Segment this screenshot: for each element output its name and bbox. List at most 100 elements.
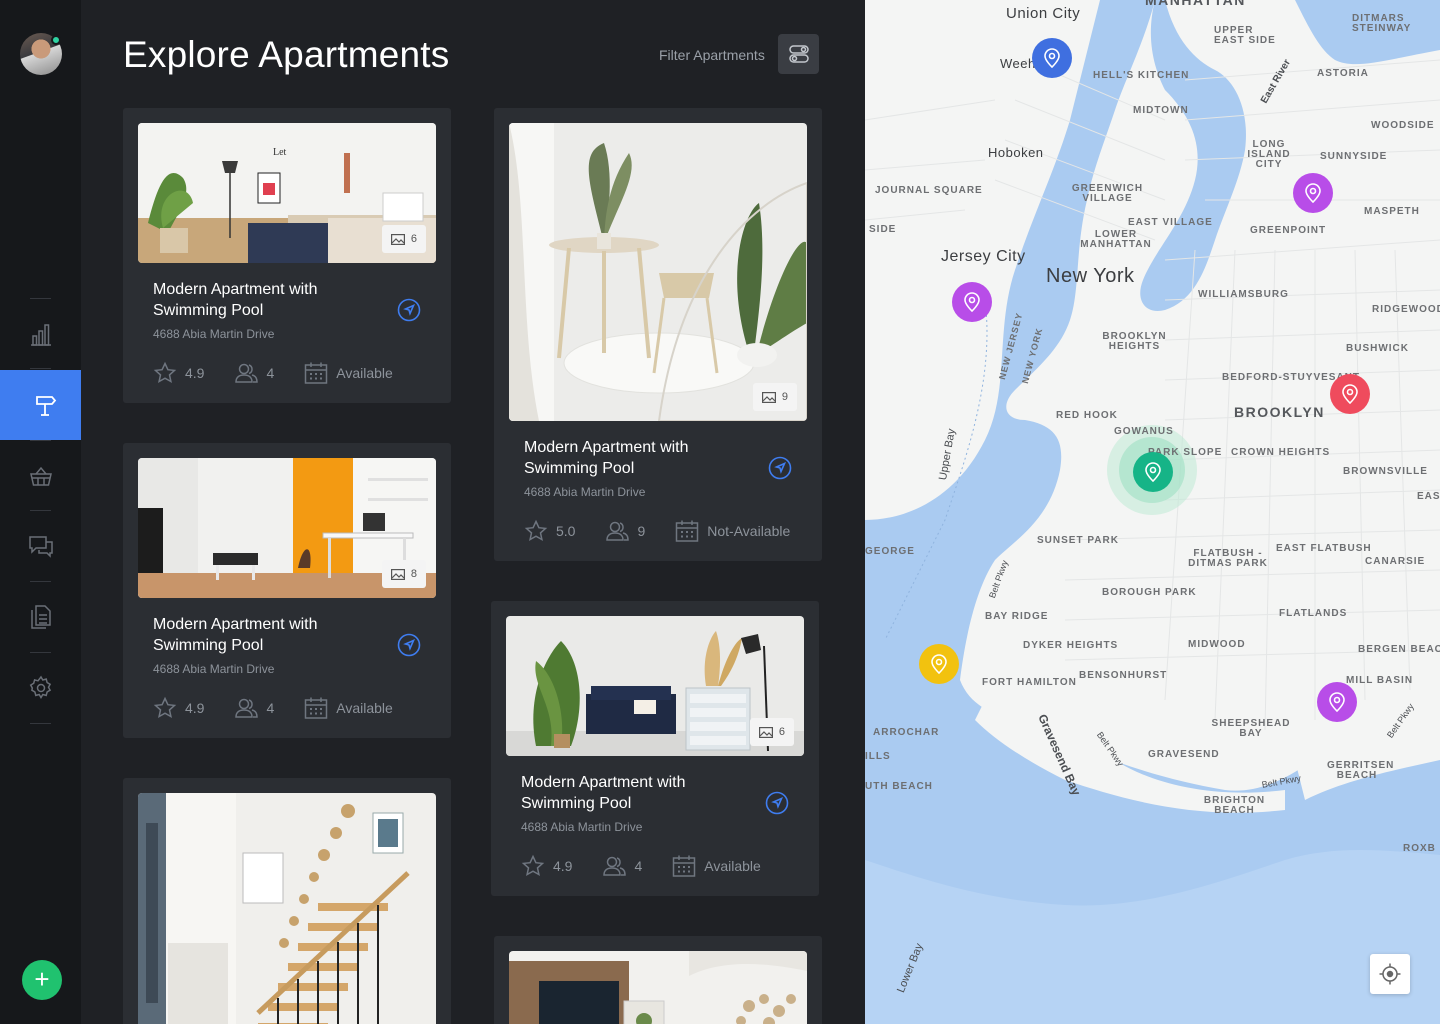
star-icon	[524, 519, 548, 541]
availability-stat: Available	[672, 854, 761, 878]
navigate-icon[interactable]	[768, 456, 792, 480]
listing-address: 4688 Abia Martin Drive	[521, 820, 643, 834]
map-label: SUNNYSIDE	[1320, 151, 1388, 162]
sidebar-divider	[30, 368, 51, 369]
listing-title[interactable]: Modern Apartment with Swimming Pool	[153, 614, 373, 656]
basket-icon	[29, 466, 52, 486]
listing-stats: 5.0 9 Not-Available	[524, 519, 820, 543]
listing-card[interactable]: 9 Modern Apartment with Swimming Pool 46…	[494, 108, 822, 561]
location-pin-icon	[1329, 692, 1345, 712]
locate-me-button[interactable]	[1370, 954, 1410, 994]
pin-blue[interactable]	[1032, 38, 1072, 78]
guests-stat: 4	[602, 854, 642, 878]
map-label: EAS	[1417, 491, 1440, 502]
pin-red[interactable]	[1330, 374, 1370, 414]
listing-card[interactable]: Let 6 Modern Apartment with Swimming Poo…	[123, 108, 451, 403]
navigate-icon[interactable]	[765, 791, 789, 815]
rating-stat: 4.9	[153, 696, 204, 720]
listing-address: 4688 Abia Martin Drive	[153, 327, 275, 341]
staircase-photo	[138, 793, 436, 1024]
calendar-icon	[673, 855, 696, 877]
navigate-icon[interactable]	[397, 633, 421, 657]
map-label: Jersey City	[941, 248, 1026, 265]
users-icon	[235, 698, 259, 718]
map-label: FLATLANDS	[1279, 608, 1348, 619]
gear-icon	[29, 675, 51, 699]
photo-count-badge: 6	[381, 225, 426, 253]
svg-text:Let: Let	[273, 147, 287, 158]
users-icon	[235, 363, 259, 383]
rating-stat: 5.0	[524, 519, 575, 543]
image-icon	[390, 568, 405, 580]
photo-count-badge: 6	[749, 718, 794, 746]
navigate-icon[interactable]	[397, 298, 421, 322]
filter-label[interactable]: Filter Apartments	[659, 47, 765, 63]
map-label: ARROCHAR	[873, 727, 940, 738]
map-label: Weeh	[1000, 56, 1036, 71]
listing-photo[interactable]: 6	[506, 616, 804, 756]
star-icon	[521, 854, 545, 876]
map-label: BROOKLYN	[1234, 404, 1325, 420]
online-status-dot	[51, 35, 61, 45]
location-pin-icon	[1305, 183, 1321, 203]
map-label: BROWNSVILLE	[1343, 466, 1428, 477]
sidebar-item-stats[interactable]	[0, 300, 81, 370]
sidebar-item-explore[interactable]	[0, 370, 91, 440]
sidebar: +	[0, 0, 91, 1024]
sidebar-item-messages[interactable]	[0, 511, 81, 581]
map-label: EAST FLATBUSH	[1276, 543, 1372, 554]
listing-card[interactable]	[494, 936, 822, 1024]
image-icon	[761, 391, 776, 403]
sidebar-item-settings[interactable]	[0, 653, 81, 723]
map-label: GREENPOINT	[1250, 225, 1327, 236]
listings-panel: Explore Apartments Filter Apartments Let…	[81, 0, 865, 1024]
sidebar-divider	[30, 298, 51, 299]
map-label: GEORGE	[865, 546, 915, 557]
map-label: EAST VILLAGE	[1128, 217, 1213, 228]
pin-yellow[interactable]	[919, 644, 959, 684]
map-label: WOODSIDE	[1371, 120, 1435, 131]
calendar-icon	[305, 697, 328, 719]
pin-purple[interactable]	[1317, 682, 1357, 722]
image-icon	[390, 233, 405, 245]
sidebar-item-documents[interactable]	[0, 582, 81, 652]
listing-photo[interactable]: 8	[138, 458, 436, 598]
map-label: BERGEN BEACH	[1358, 644, 1440, 655]
sidebar-item-basket[interactable]	[0, 441, 81, 511]
listing-title[interactable]: Modern Apartment with Swimming Pool	[524, 437, 744, 479]
pin-green-selected[interactable]	[1133, 452, 1173, 492]
map-label: BRIGHTON BEACH	[1203, 795, 1266, 816]
listing-photo[interactable]: 9	[509, 123, 807, 421]
listing-stats: 4.9 4 Available	[153, 696, 423, 720]
listing-photo[interactable]	[509, 951, 807, 1024]
map-label: DITMARS STEINWAY	[1352, 13, 1412, 34]
listing-card[interactable]	[123, 778, 451, 1024]
map-label: SUNSET PARK	[1037, 535, 1119, 546]
map-label: GERRITSEN BEACH	[1327, 760, 1395, 781]
map-label: LONG ISLAND CITY	[1247, 139, 1291, 170]
map-label: SHEEPSHEAD BAY	[1211, 718, 1291, 739]
map-label: MASPETH	[1364, 206, 1420, 217]
map-label: MIDTOWN	[1133, 105, 1189, 116]
listing-card[interactable]: 6 Modern Apartment with Swimming Pool 46…	[491, 601, 819, 896]
map-label: FLATBUSH - DITMAS PARK	[1188, 548, 1268, 569]
add-button[interactable]: +	[22, 960, 62, 1000]
listing-photo[interactable]: Let 6	[138, 123, 436, 263]
listing-card[interactable]: 8 Modern Apartment with Swimming Pool 46…	[123, 443, 451, 738]
tv-room-photo	[509, 951, 807, 1024]
page-title: Explore Apartments	[123, 34, 450, 75]
listing-title[interactable]: Modern Apartment with Swimming Pool	[521, 772, 741, 814]
filter-button[interactable]	[778, 34, 819, 74]
map-label: GREENWICH VILLAGE	[1071, 183, 1144, 204]
pin-purple[interactable]	[952, 282, 992, 322]
sidebar-divider	[30, 723, 51, 724]
star-icon	[153, 361, 177, 383]
toggle-filter-icon	[788, 45, 809, 63]
map-panel[interactable]: Union City Weeh MANHATTAN UPPER EAST SID…	[865, 0, 1440, 1024]
listing-stats: 4.9 4 Available	[153, 361, 423, 385]
listing-title[interactable]: Modern Apartment with Swimming Pool	[153, 279, 373, 321]
listing-photo[interactable]	[138, 793, 436, 1024]
pin-purple[interactable]	[1293, 173, 1333, 213]
photo-count-badge: 8	[381, 560, 426, 588]
map-label: HELL'S KITCHEN	[1093, 70, 1190, 81]
